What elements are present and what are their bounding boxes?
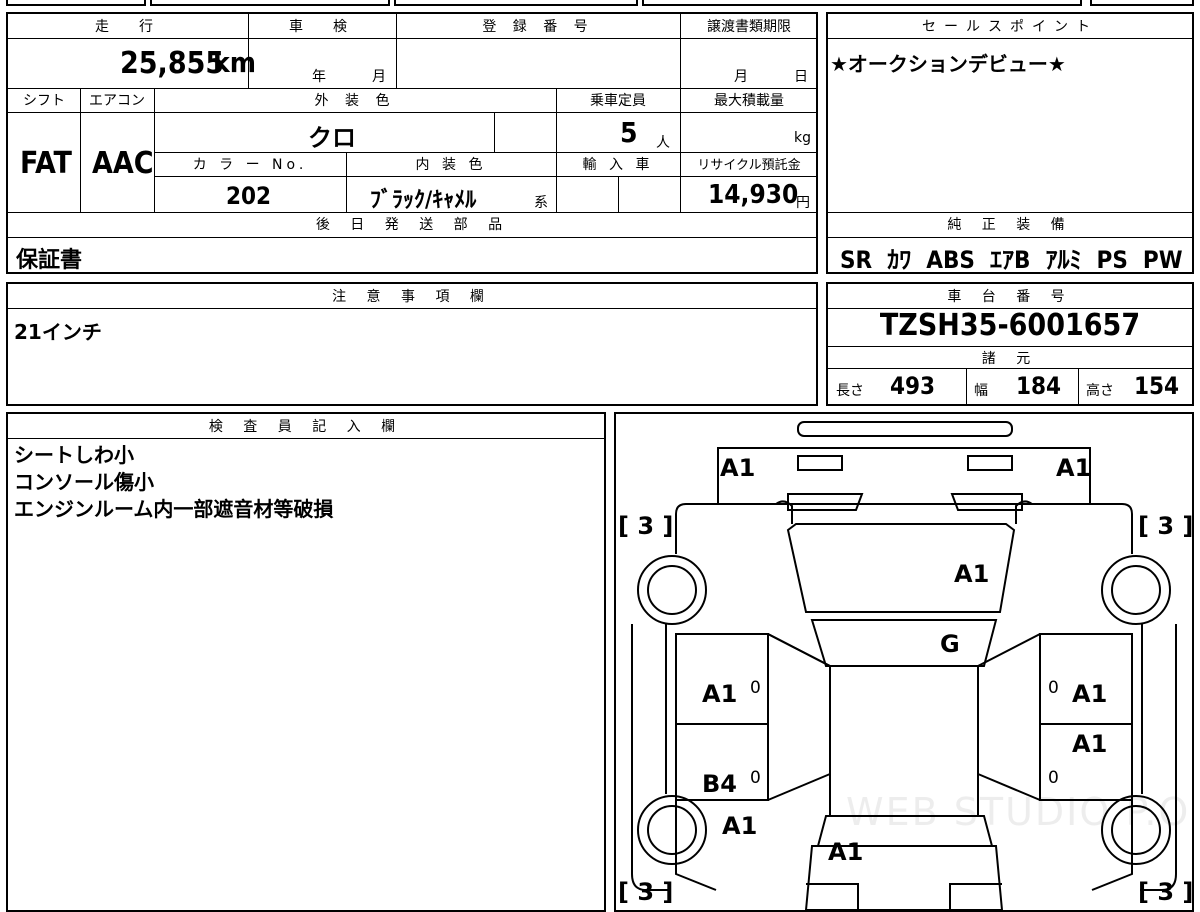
equipment-item: ｱﾙﾐ <box>1045 246 1082 274</box>
equipment-item: SR <box>840 246 873 274</box>
watermark: WEB STUDIO P.O <box>846 790 1191 834</box>
inspector-notes: シートしわ小 コンソール傷小 エンジンルーム内一部遮音材等破損 <box>14 442 333 523</box>
sales-point-box: セールスポイント ★オークションデビュー★ 純 正 装 備 SR ｶﾜ ABS … <box>826 12 1194 274</box>
exterior-color-value: クロ <box>308 124 356 152</box>
registration-header: 登 録 番 号 <box>482 19 594 35</box>
notes-value: 21インチ <box>14 320 102 344</box>
top-frame-left <box>6 0 146 6</box>
equipment-header: 純 正 装 備 <box>947 217 1073 233</box>
color-no-value: 202 <box>226 182 272 210</box>
shift-value: FAT <box>20 146 72 181</box>
equipment-item: PW <box>1142 246 1183 274</box>
inspector-header: 検 査 員 記 入 欄 <box>208 419 404 435</box>
recycle-value: 14,930 <box>708 180 799 210</box>
tire-mark-front-right: [ 3 ] <box>1138 512 1194 540</box>
inspector-line: シートしわ小 <box>14 443 134 467</box>
inspector-box: 検 査 員 記 入 欄 シートしわ小 コンソール傷小 エンジンルーム内一部遮音材… <box>6 412 606 912</box>
capacity-unit: 人 <box>656 135 670 151</box>
transfer-day: 日 <box>794 69 808 85</box>
mileage-unit: km <box>213 46 256 79</box>
mileage-value: 25,855 <box>120 46 225 81</box>
length-label: 長さ <box>836 383 864 399</box>
chassis-box: 車 台 番 号 TZSH35-6001657 諸 元 長さ 493 幅 184 … <box>826 282 1194 406</box>
mileage-header: 走 行 <box>95 19 161 35</box>
equipment-list: SR ｶﾜ ABS ｴｱB ｱﾙﾐ PS PW <box>840 240 1183 275</box>
car-outline-svg <box>631 421 1177 910</box>
tire-mark-rear-left: [ 3 ] <box>618 878 674 906</box>
max-load-unit: kg <box>794 130 811 146</box>
equipment-item: ｶﾜ <box>887 246 912 274</box>
mark-front-left: A1 <box>720 454 756 482</box>
color-no-header: カ ラ ー No. <box>192 157 308 173</box>
sales-point-value: ★オークションデビュー★ <box>830 52 1066 76</box>
mark-roof: G <box>940 630 960 658</box>
transfer-month: 月 <box>734 69 748 85</box>
tire-mark-front-left: [ 3 ] <box>618 512 674 540</box>
tire-mark-rear-right: [ 3 ] <box>1138 878 1194 906</box>
mark-front-right: A1 <box>1056 454 1092 482</box>
shift-header: シフト <box>23 93 65 109</box>
interior-color-header: 内 装 色 <box>415 157 487 173</box>
mark-left-rear-fender: A1 <box>722 812 758 840</box>
width-value: 184 <box>1016 372 1062 400</box>
notes-box: 注 意 事 項 欄 21インチ <box>6 282 818 406</box>
import-header: 輸 入 車 <box>582 157 654 173</box>
notes-header: 注 意 事 項 欄 <box>332 289 492 305</box>
width-label: 幅 <box>974 383 988 399</box>
zero-mark: 0 <box>1048 768 1059 788</box>
aircon-header: エアコン <box>89 93 145 109</box>
mark-left-front-door: A1 <box>702 680 738 708</box>
mark-right-rear-door: A1 <box>1072 730 1108 758</box>
top-frame-right <box>642 0 1082 6</box>
specs-header: 諸 元 <box>981 351 1039 367</box>
vehicle-info-table: 走 行 車 検 登 録 番 号 譲渡書類期限 25,855 km 年 月 月 日… <box>6 12 818 274</box>
aircon-value: AAC <box>92 146 154 181</box>
exterior-color-header: 外 装 色 <box>314 93 396 109</box>
mark-right-front-door: A1 <box>1072 680 1108 708</box>
car-damage-diagram: [ 3 ] [ 3 ] [ 3 ] [ 3 ] A1 A1 A1 G A1 A1… <box>614 412 1194 912</box>
interior-color-value: ﾌﾞﾗｯｸ/ｷｬﾒﾙ <box>370 188 477 213</box>
capacity-header: 乗車定員 <box>590 93 646 109</box>
recycle-unit: 円 <box>796 195 810 211</box>
mark-trunk: A1 <box>828 838 864 866</box>
inspector-line: エンジンルーム内一部遮音材等破損 <box>14 497 334 521</box>
height-value: 154 <box>1134 372 1180 400</box>
shaken-header: 車 検 <box>289 19 355 35</box>
later-parts-value: 保証書 <box>16 248 83 273</box>
later-parts-header: 後 日 発 送 部 品 <box>315 217 511 233</box>
equipment-item: ｴｱB <box>990 246 1031 274</box>
zero-mark: 0 <box>750 768 761 788</box>
chassis-header: 車 台 番 号 <box>947 289 1073 305</box>
mark-hood: A1 <box>954 560 990 588</box>
top-frame-far <box>1090 0 1194 6</box>
top-frame-mid2 <box>394 0 638 6</box>
recycle-header: リサイクル預託金 <box>697 158 801 173</box>
top-frame-mid <box>150 0 390 6</box>
equipment-item: ABS <box>926 246 975 274</box>
length-value: 493 <box>890 372 936 400</box>
height-label: 高さ <box>1086 383 1114 399</box>
chassis-value: TZSH35-6001657 <box>879 308 1141 343</box>
inspector-line: コンソール傷小 <box>14 470 154 494</box>
zero-mark: 0 <box>750 678 761 698</box>
sales-point-header: セールスポイント <box>922 19 1098 35</box>
zero-mark: 0 <box>1048 678 1059 698</box>
shaken-year: 年 <box>312 69 326 85</box>
mark-left-rear-door: B4 <box>702 770 737 798</box>
equipment-item: PS <box>1096 246 1128 274</box>
transfer-deadline-header: 譲渡書類期限 <box>707 19 791 35</box>
interior-color-suffix: 系 <box>534 195 548 211</box>
max-load-header: 最大積載量 <box>714 93 784 109</box>
shaken-month: 月 <box>372 69 386 85</box>
capacity-value: 5 <box>620 116 638 149</box>
